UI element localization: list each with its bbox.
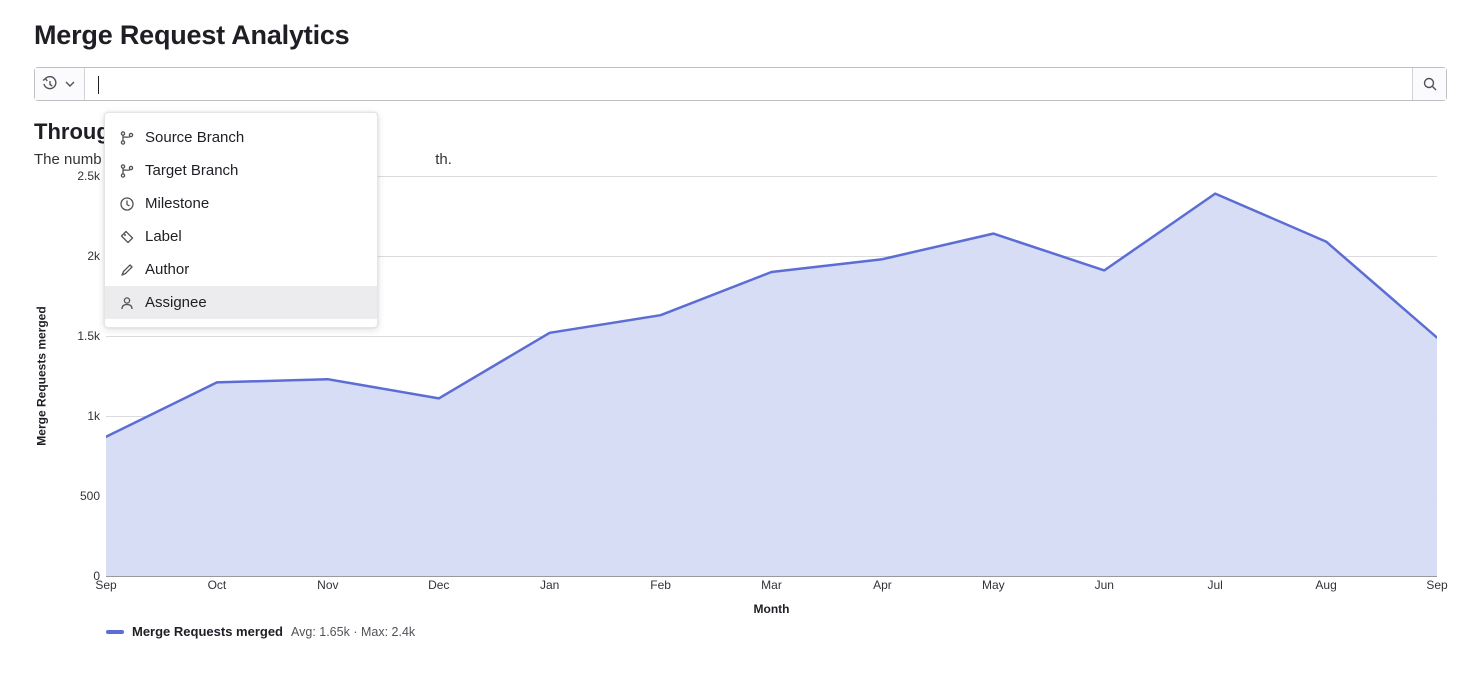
user-icon (119, 295, 135, 311)
pencil-icon (119, 262, 135, 278)
history-icon (42, 76, 58, 92)
search-icon (1422, 76, 1438, 92)
x-tick-label: Feb (650, 578, 671, 592)
x-tick-label: May (982, 578, 1005, 592)
filter-option-label: Target Branch (145, 162, 238, 179)
x-tick-label: Mar (761, 578, 782, 592)
filter-option-label: Source Branch (145, 129, 244, 146)
y-tick-label: 1.5k (46, 329, 106, 343)
history-button[interactable] (35, 68, 85, 100)
x-tick-label: Aug (1315, 578, 1336, 592)
x-tick-label: Oct (208, 578, 227, 592)
chart-legend: Merge Requests merged Avg: 1.65k · Max: … (106, 624, 1447, 639)
x-tick-label: Jun (1095, 578, 1114, 592)
clock-icon (119, 196, 135, 212)
x-tick-labels: SepOctNovDecJanFebMarAprMayJunJulAugSep (106, 578, 1437, 594)
x-tick-label: Sep (95, 578, 116, 592)
tag-icon (119, 229, 135, 245)
legend-stats: Avg: 1.65k · Max: 2.4k (291, 625, 415, 639)
filter-dropdown: Source Branch Target Branch Milestone Label… (104, 112, 378, 328)
filter-option[interactable]: Target Branch (105, 154, 377, 187)
x-tick-label: Jul (1207, 578, 1222, 592)
y-tick-label: 500 (46, 489, 106, 503)
filter-input[interactable] (85, 68, 1412, 100)
branch-icon (119, 130, 135, 146)
x-tick-label: Apr (873, 578, 892, 592)
filter-option-label: Author (145, 261, 189, 278)
y-tick-label: 1k (46, 409, 106, 423)
filter-option-label: Milestone (145, 195, 209, 212)
filter-option-label: Label (145, 228, 182, 245)
chevron-down-icon (62, 76, 78, 92)
search-button[interactable] (1412, 68, 1446, 100)
filter-option[interactable]: Assignee (105, 286, 377, 319)
section-desc-prefix: The numb (34, 151, 102, 168)
y-axis-title: Merge Requests merged (32, 176, 52, 576)
x-tick-label: Nov (317, 578, 338, 592)
filter-bar (34, 67, 1447, 101)
grid-line (106, 576, 1437, 577)
x-tick-label: Jan (540, 578, 559, 592)
legend-series-name: Merge Requests merged (132, 624, 283, 639)
y-tick-label: 2.5k (46, 169, 106, 183)
x-tick-label: Sep (1426, 578, 1447, 592)
branch-icon (119, 163, 135, 179)
filter-option-label: Assignee (145, 294, 207, 311)
filter-option[interactable]: Milestone (105, 187, 377, 220)
x-axis-title: Month (106, 602, 1437, 616)
x-tick-label: Dec (428, 578, 449, 592)
legend-swatch (106, 630, 124, 634)
y-tick-label: 2k (46, 249, 106, 263)
text-caret (98, 76, 99, 94)
page-title: Merge Request Analytics (34, 20, 1447, 51)
section-desc-suffix: th. (435, 151, 452, 168)
filter-option[interactable]: Label (105, 220, 377, 253)
filter-option[interactable]: Source Branch (105, 121, 377, 154)
filter-option[interactable]: Author (105, 253, 377, 286)
